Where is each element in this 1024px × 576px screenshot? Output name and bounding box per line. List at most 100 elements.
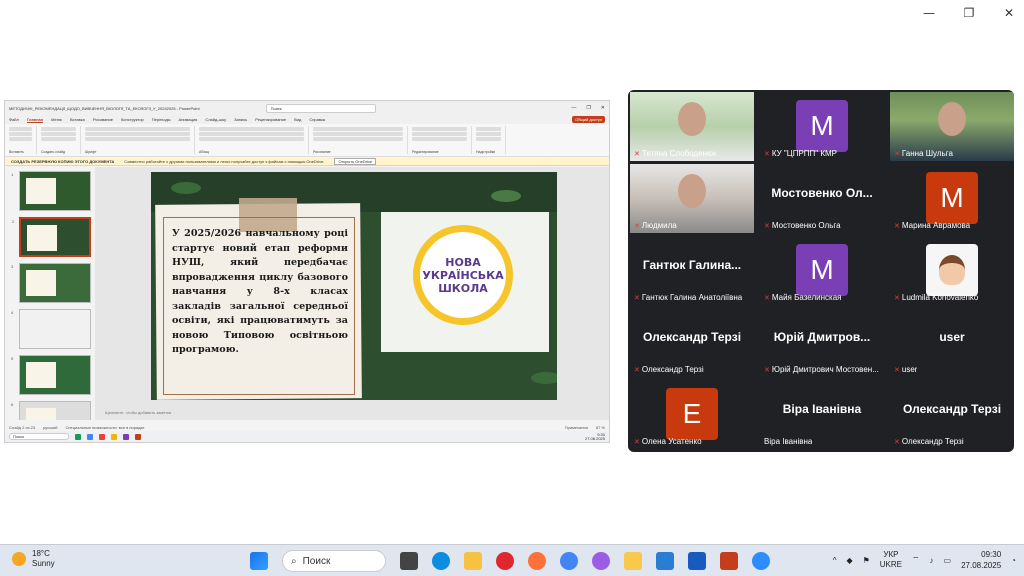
ribbon-group-0[interactable]: Вставить [9, 126, 37, 154]
edge-icon[interactable] [432, 552, 450, 570]
share-button[interactable]: Общий доступ [572, 116, 605, 123]
ribbon-group-label: Надстройки [476, 150, 496, 154]
ribbon-group-4[interactable]: Рисование [313, 126, 408, 154]
participant-tile[interactable]: user ✕ user [890, 308, 1014, 377]
participant-name: Марина Аврамова [901, 221, 971, 230]
slide-thumbnail[interactable]: 3 [11, 263, 91, 303]
pp-search-box[interactable]: Поиск [265, 103, 376, 113]
participant-tile[interactable]: M ✕ Майя Базелинская [760, 236, 884, 305]
pp-menu-9[interactable]: Запись [234, 117, 247, 122]
participant-tile[interactable]: Олександр Терзі ✕ Олександр Терзі [890, 380, 1014, 449]
muted-mic-icon: ✕ [634, 149, 640, 158]
bell-icon[interactable]: ◔ [1011, 556, 1016, 565]
participant-big-name: Юрій Дмитров... [773, 330, 871, 344]
clock[interactable]: 09:30 27.08.2025 [961, 549, 1001, 571]
avatar: M [796, 244, 848, 296]
participant-tile[interactable]: ✕ Тетяна Слободенюк [630, 92, 754, 161]
participant-big-name: Мостовенко Ол... [771, 186, 873, 200]
pp-menu-11[interactable]: Вид [294, 117, 301, 122]
word-icon[interactable] [688, 552, 706, 570]
participant-big-name: Гантюк Галина... [642, 258, 742, 272]
participant-tile[interactable]: Віра Іванівна Віра Іванівна [760, 380, 884, 449]
logo-line-2: УКРАЇНСЬКА [422, 268, 504, 282]
participant-tile[interactable]: ✕ Людмила [630, 164, 754, 233]
slide-thumbnail[interactable]: 2 [12, 217, 91, 257]
minimize-icon[interactable]: — [922, 6, 936, 20]
notes-pane[interactable]: Щелкните, чтобы добавить заметки [101, 410, 521, 420]
participant-tile[interactable]: M ✕ Марина Аврамова [890, 164, 1014, 233]
chevron-up-icon[interactable]: ^ [833, 556, 837, 565]
firefox-icon[interactable] [528, 552, 546, 570]
open-onedrive-button[interactable]: Открыть OneDrive [334, 157, 377, 165]
opera-icon[interactable] [496, 552, 514, 570]
wifi-icon[interactable]: ⌔ [912, 555, 920, 565]
volume-icon[interactable]: ♪ [930, 556, 934, 565]
slide-thumbnail[interactable]: 1 [11, 171, 91, 211]
network-icon[interactable]: ⚑ [863, 556, 870, 565]
participant-name: Юрій Дмитрович Мостовен... [771, 365, 879, 374]
zoom-icon[interactable] [752, 552, 770, 570]
pp-menu-0[interactable]: Файл [9, 117, 19, 122]
muted-mic-icon: ✕ [634, 437, 640, 446]
cartoon-avatar-icon [926, 244, 978, 296]
calendar-icon[interactable] [656, 552, 674, 570]
participant-tile[interactable]: Олександр Терзі ✕ Олександр Терзі [630, 308, 754, 377]
ribbon-group-5[interactable]: Редактирование [412, 126, 472, 154]
ribbon-group-2[interactable]: Шрифт [85, 126, 195, 154]
participant-name: Олександр Терзі [641, 365, 704, 374]
close-icon[interactable]: ✕ [1002, 6, 1016, 20]
pp-menu-bar: Файл Главная Меню Вставка Рисование Конструкт… [5, 115, 609, 124]
pp-menu-4[interactable]: Рисование [93, 117, 113, 122]
restore-icon[interactable]: ❐ [962, 6, 976, 20]
ribbon-group-6[interactable]: Надстройки [476, 126, 506, 154]
participant-tile[interactable]: M ✕ КУ "ЦПРПП" КМР [760, 92, 884, 161]
pp-menu-7[interactable]: Анимация [179, 117, 198, 122]
participant-tile[interactable]: Юрій Дмитров... ✕ Юрій Дмитрович Мостовен.… [760, 308, 884, 377]
participant-name: Ганна Шульга [901, 149, 953, 158]
slide-canvas: У 2025/2026 навчальному році стартує нов… [95, 167, 609, 420]
participant-tile[interactable]: Мостовенко Ол... ✕ Мостовенко Ольга [760, 164, 884, 233]
pp-menu-12[interactable]: Справка [309, 117, 325, 122]
language-indicator[interactable]: УКР UKRE [880, 550, 902, 570]
pp-menu-10[interactable]: Рецензирование [255, 117, 286, 122]
taskbar-search[interactable]: ⌕ Поиск [282, 550, 386, 572]
participant-name-label: ✕ Тетяна Слободенюк [634, 149, 716, 158]
participant-name-label: ✕ Гантюк Галина Анатоліївна [634, 293, 742, 302]
slide-thumbnail[interactable]: 6 [11, 401, 91, 420]
participant-tile[interactable]: E ✕ Олена Усатенко [630, 380, 754, 449]
participant-tile[interactable]: Гантюк Галина... ✕ Гантюк Галина Анатоліїв… [630, 236, 754, 305]
dropbox-icon[interactable]: ◆ [846, 556, 852, 565]
pp-menu-3[interactable]: Вставка [70, 117, 85, 122]
folder-icon[interactable] [624, 552, 642, 570]
thumbnail-number: 4 [11, 310, 14, 315]
powerpoint-icon[interactable] [720, 552, 738, 570]
pp-menu-2[interactable]: Меню [51, 117, 62, 122]
pp-titlebar: МЕТОДИЧНІ_РЕКОМЕНДАЦІЇ_ЩОДО_ВИВЧЕННЯ_ВІО… [5, 101, 609, 115]
accessibility-status[interactable]: Специальные возможности: все в порядке [65, 425, 144, 430]
ribbon-group-3[interactable]: Абзац [199, 126, 309, 154]
pp-menu-8[interactable]: Слайд-шоу [205, 117, 226, 122]
participant-tile[interactable]: ✕ Ганна Шульга [890, 92, 1014, 161]
slide-thumbnail[interactable]: 5 [11, 355, 91, 395]
task-view-icon[interactable] [400, 552, 418, 570]
slide-thumbnail[interactable]: 4 [11, 309, 91, 349]
notes-toggle[interactable]: Примечания [565, 425, 588, 430]
participant-tile[interactable]: ✕ Ludmila Konovalenko [890, 236, 1014, 305]
explorer-icon[interactable] [464, 552, 482, 570]
participant-name: user [901, 365, 918, 374]
ribbon-group-1[interactable]: Создать слайд [41, 126, 81, 154]
zoom-level[interactable]: 87 % [596, 425, 605, 430]
copilot-icon[interactable] [592, 552, 610, 570]
slide-body-text[interactable]: У 2025/2026 навчальному році стартує нов… [172, 227, 348, 358]
muted-mic-icon: ✕ [894, 149, 900, 158]
current-slide[interactable]: У 2025/2026 навчальному році стартує нов… [151, 172, 557, 400]
pp-menu-5[interactable]: Конструктор [121, 117, 144, 122]
weather-widget[interactable]: 18°C Sunny [12, 549, 55, 569]
chrome-icon[interactable] [560, 552, 578, 570]
windows-start-icon[interactable] [250, 552, 268, 570]
muted-mic-icon: ✕ [764, 149, 770, 158]
battery-icon[interactable]: ▭ [944, 556, 952, 565]
pp-menu-1[interactable]: Главная [26, 117, 44, 123]
pp-menu-6[interactable]: Переходы [152, 117, 171, 122]
weather-text: Sunny [32, 559, 55, 568]
